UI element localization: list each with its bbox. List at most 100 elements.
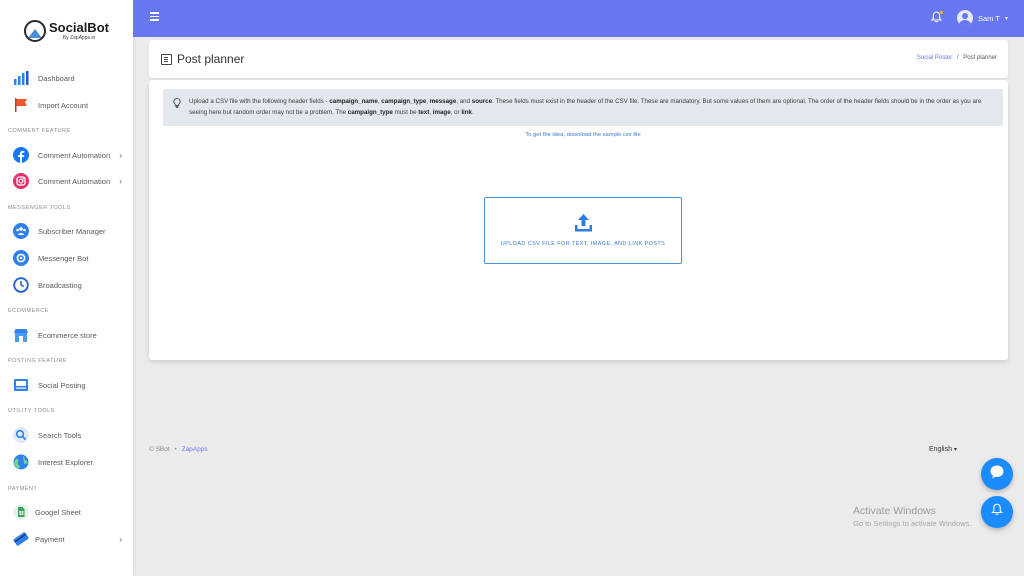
instagram-icon bbox=[12, 172, 30, 190]
upload-csv-button[interactable]: Upload CSV file for text, image, and lin… bbox=[484, 197, 682, 264]
sidebar-item-label: Comment Automation bbox=[38, 150, 111, 160]
card-icon bbox=[12, 530, 30, 548]
sidebar-item-label: Googel Sheet bbox=[35, 507, 81, 517]
flag-icon bbox=[12, 96, 30, 114]
upload-csv-label: Upload CSV file for text, image, and lin… bbox=[500, 241, 666, 247]
store-icon bbox=[12, 326, 30, 344]
sidebar-item-label: Interest Explorer bbox=[38, 457, 94, 467]
sidebar-item-label: Import Account bbox=[38, 100, 89, 110]
user-name: Sam T bbox=[978, 13, 1000, 23]
sidebar-item-interest-explorer[interactable]: Interest Explorer bbox=[12, 452, 130, 472]
sidebar-item-label: Subscriber Manager bbox=[38, 226, 106, 236]
notification-badge bbox=[940, 11, 943, 14]
footer-company-link[interactable]: ZapApps bbox=[182, 446, 208, 453]
chevron-right-icon: › bbox=[119, 150, 122, 160]
chevron-right-icon: › bbox=[119, 176, 122, 186]
language-selector[interactable]: English ▾ bbox=[929, 446, 957, 453]
sidebar-item-label: Comment Automation bbox=[38, 176, 111, 186]
notification-widget-button[interactable] bbox=[981, 496, 1013, 528]
sidebar-item-subscriber-manager[interactable]: Subscriber Manager bbox=[12, 221, 130, 241]
users-icon bbox=[12, 222, 30, 240]
user-menu[interactable]: Sam T ▾ bbox=[957, 10, 1008, 26]
sidebar-item-messenger-bot[interactable]: Messenger Bot bbox=[12, 248, 130, 268]
field-name: campaign_type bbox=[381, 98, 427, 105]
field-name: source bbox=[471, 98, 493, 105]
sidebar-item-label: Dashboard bbox=[38, 73, 75, 83]
sidebar-item-label: Messenger Bot bbox=[38, 253, 89, 263]
section-label-posting: Posting feature bbox=[8, 358, 68, 364]
sidebar-item-google-sheet[interactable]: Googel Sheet bbox=[12, 502, 130, 522]
alert-text: . bbox=[472, 109, 474, 116]
alert-text: Upload a CSV file with the following hea… bbox=[189, 98, 330, 105]
chat-widget-button[interactable] bbox=[981, 458, 1013, 490]
bar-chart-icon bbox=[12, 69, 30, 87]
download-sample-csv-link[interactable]: To get the idea, download the sample csv… bbox=[149, 132, 1017, 138]
clock-icon bbox=[12, 276, 30, 294]
sidebar-item-search-tools[interactable]: Search Tools bbox=[12, 425, 130, 445]
sidebar-item-dashboard[interactable]: Dashboard bbox=[12, 68, 130, 88]
sidebar-item-label: Ecommerce store bbox=[38, 330, 97, 340]
field-name: campaign_name bbox=[329, 98, 378, 105]
sidebar-item-broadcasting[interactable]: Broadcasting bbox=[12, 275, 130, 295]
breadcrumb-separator: / bbox=[956, 55, 959, 61]
caret-down-icon: ▾ bbox=[1004, 15, 1008, 22]
windows-activation-title: Activate Windows bbox=[853, 505, 936, 517]
csv-instructions-alert: Upload a CSV file with the following hea… bbox=[163, 89, 1003, 126]
sidebar-item-label: Social Posting bbox=[38, 380, 86, 390]
section-label-payment: Payment bbox=[8, 486, 38, 492]
alert-text: , and bbox=[456, 98, 472, 105]
copyright-text: © SBot bbox=[149, 446, 170, 453]
field-value: image bbox=[432, 109, 451, 116]
section-label-ecommerce: Ecommerce bbox=[8, 308, 49, 314]
sidebar-item-social-posting[interactable]: Social Posting bbox=[12, 375, 130, 395]
sheet-icon bbox=[12, 503, 30, 521]
sidebar-item-ecommerce-store[interactable]: Ecommerce store bbox=[12, 325, 130, 345]
field-name: message bbox=[429, 98, 457, 105]
chevron-right-icon: › bbox=[119, 534, 122, 544]
top-navbar: Sam T ▾ bbox=[133, 0, 1024, 37]
brand-logo[interactable]: SocialBot By ZapApps.io bbox=[0, 0, 133, 62]
page-header: Post planner Social Poster / Post planne… bbox=[149, 40, 1008, 78]
post-icon bbox=[12, 376, 30, 394]
gear-icon bbox=[12, 249, 30, 267]
caret-down-icon: ▾ bbox=[953, 447, 957, 453]
search-icon bbox=[12, 426, 30, 444]
bell-icon bbox=[991, 503, 1003, 521]
field-name: campaign_type bbox=[347, 109, 393, 116]
field-value: link bbox=[461, 109, 472, 116]
sidebar-item-label: Search Tools bbox=[38, 430, 82, 440]
sidebar-item-import-account[interactable]: Import Account bbox=[12, 95, 130, 115]
section-label-utility: Utility tools bbox=[8, 408, 55, 414]
sidebar-item-label: Payment bbox=[35, 534, 65, 544]
brand-name: SocialBot bbox=[49, 20, 109, 35]
brand-tagline: By ZapApps.io bbox=[62, 35, 96, 41]
lightbulb-icon bbox=[173, 98, 181, 108]
alert-text: , or bbox=[450, 109, 462, 116]
field-value: text bbox=[418, 109, 430, 116]
section-label-messenger: Messenger tools bbox=[8, 205, 71, 211]
upload-icon bbox=[574, 213, 593, 233]
facebook-icon bbox=[12, 146, 30, 164]
footer-dot: • bbox=[174, 446, 177, 453]
breadcrumb-current: Post planner bbox=[963, 55, 997, 61]
logo-mark-icon bbox=[24, 20, 47, 42]
language-label: English bbox=[929, 446, 952, 453]
post-planner-card: Upload a CSV file with the following hea… bbox=[149, 80, 1008, 360]
hamburger-menu-icon[interactable] bbox=[150, 12, 159, 21]
sidebar-item-comment-automation-facebook[interactable]: Comment Automation › bbox=[12, 145, 130, 165]
avatar bbox=[957, 10, 973, 26]
page-title-text: Post planner bbox=[177, 52, 245, 66]
globe-icon bbox=[12, 453, 30, 471]
sidebar-item-payment[interactable]: Payment › bbox=[12, 529, 130, 549]
footer-copyright: © SBot • ZapApps bbox=[149, 446, 208, 453]
list-alt-icon bbox=[161, 53, 172, 65]
sidebar-item-label: Broadcasting bbox=[38, 280, 82, 290]
section-label-comment: Comment feature bbox=[8, 128, 71, 134]
sidebar-item-comment-automation-instagram[interactable]: Comment Automation › bbox=[12, 171, 130, 191]
sidebar: SocialBot By ZapApps.io Dashboard Import… bbox=[0, 0, 133, 576]
chat-bubble-icon bbox=[989, 464, 1005, 485]
alert-text: must be bbox=[392, 109, 419, 116]
breadcrumb: Social Poster / Post planner bbox=[917, 55, 997, 61]
breadcrumb-link-social-poster[interactable]: Social Poster bbox=[917, 55, 952, 61]
page-title: Post planner bbox=[161, 52, 244, 66]
